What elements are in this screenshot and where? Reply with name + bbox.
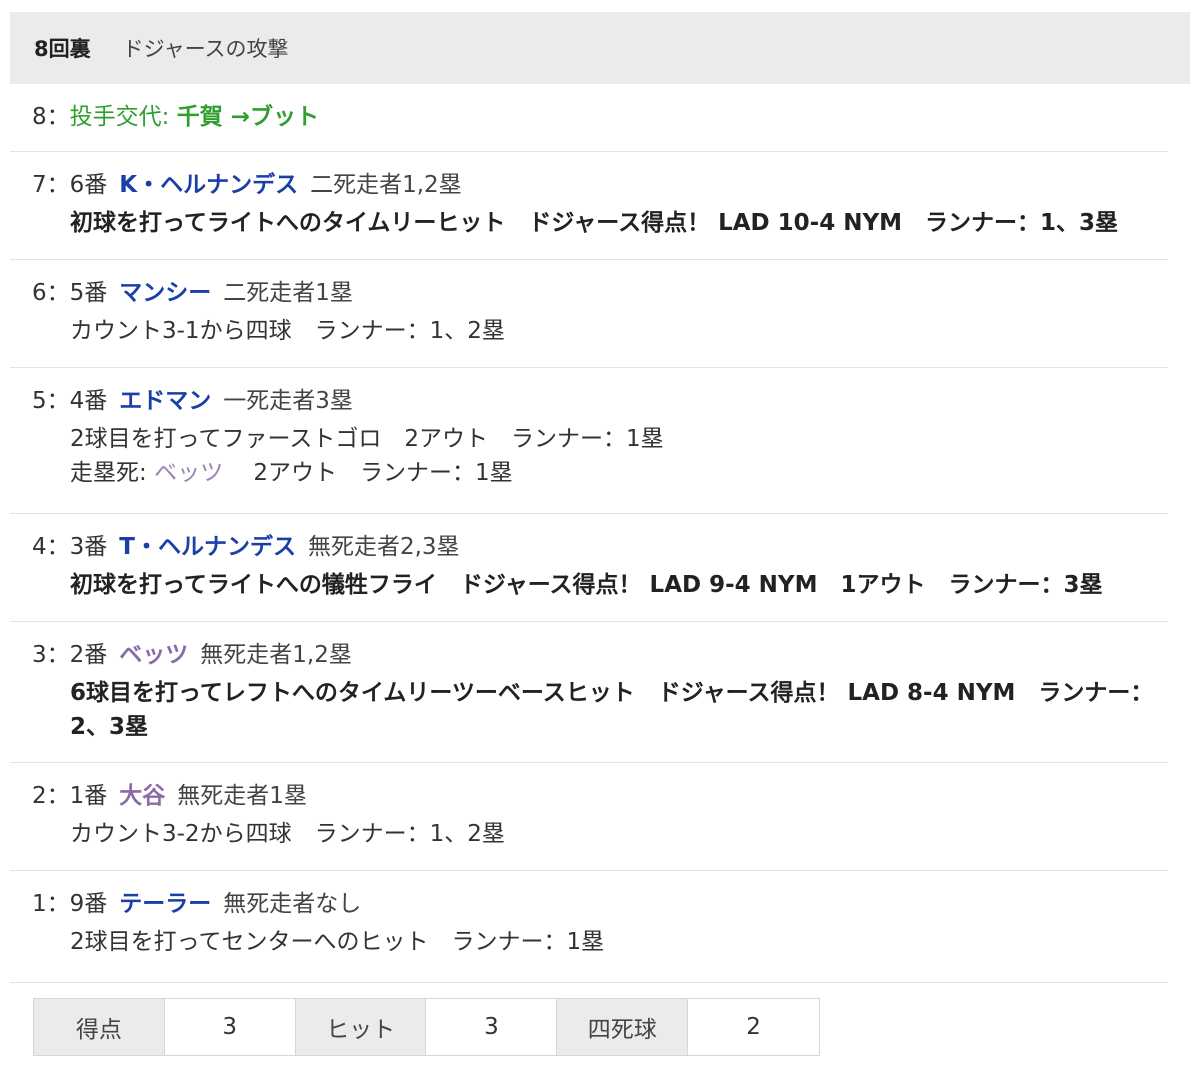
batter-link[interactable]: 大谷 [119, 783, 165, 809]
summary-value-walks: 2 [688, 999, 819, 1055]
play-list: 8：投手交代: 千賀 →ブット 7：6番 K・ヘルナンデス 二死走者1,2塁 初球を… [10, 84, 1168, 983]
play-number: 5： [32, 388, 70, 414]
play-detail: 2球目を打ってセンターへのヒット ランナー：1塁 [70, 929, 605, 955]
play-item-4: 4：3番 T・ヘルナンデス 無死走者2,3塁 初球を打ってライトへの犠牲フライ ドジ… [10, 514, 1168, 622]
play-number: 7： [32, 172, 70, 198]
play-detail: 初球を打ってライトへのタイムリーヒット ドジャース得点！ LAD 10-4 NY… [70, 210, 1119, 236]
summary-label-walks: 四死球 [557, 999, 689, 1055]
play-number: 1： [32, 891, 70, 917]
play-number: 8： [32, 104, 70, 130]
summary-value-hits: 3 [426, 999, 558, 1055]
batting-order: 6番 [69, 172, 108, 198]
play-item-1: 1：9番 テーラー 無死走者なし 2球目を打ってセンターへのヒット ランナー：1塁 [10, 871, 1168, 983]
play-number: 3： [32, 642, 70, 668]
attack-label: ドジャースの攻撃 [122, 37, 289, 61]
runner-out-label: 走塁死: [70, 460, 155, 486]
play-detail: 初球を打ってライトへの犠牲フライ ドジャース得点！ LAD 9-4 NYM 1ア… [70, 572, 1103, 598]
batter-link[interactable]: ベッツ [119, 642, 188, 668]
batter-link[interactable]: マンシー [119, 280, 211, 306]
play-item-5: 5：4番 エドマン 一死走者3塁 2球目を打ってファーストゴロ 2アウト ランナー：… [10, 368, 1168, 514]
inning-summary-table: 得点 3 ヒット 3 四死球 2 [33, 998, 820, 1056]
batting-order: 4番 [69, 388, 108, 414]
runner-out-rest: 2アウト ランナー：1塁 [223, 460, 513, 486]
inning-label: 8回裏 [34, 37, 91, 61]
situation-text: 無死走者1,2塁 [200, 642, 352, 668]
play-item-6: 6：5番 マンシー 二死走者1塁 カウント3-1から四球 ランナー：1、2塁 [10, 260, 1168, 368]
play-detail: カウント3-2から四球 ランナー：1、2塁 [70, 821, 505, 847]
play-number: 4： [32, 534, 70, 560]
play-number: 2： [32, 783, 70, 809]
play-item-7: 7：6番 K・ヘルナンデス 二死走者1,2塁 初球を打ってライトへのタイムリーヒット… [10, 152, 1168, 260]
play-by-play-panel: 8回裏 ドジャースの攻撃 8：投手交代: 千賀 →ブット 7：6番 K・ヘルナンデ… [0, 0, 1192, 1080]
batting-order: 5番 [69, 280, 108, 306]
batting-order: 1番 [69, 783, 108, 809]
batter-link[interactable]: K・ヘルナンデス [119, 172, 298, 198]
play-detail: 2球目を打ってファーストゴロ 2アウト ランナー：1塁 [70, 426, 664, 452]
situation-text: 一死走者3塁 [223, 388, 353, 414]
batter-link[interactable]: テーラー [119, 891, 211, 917]
situation-text: 二死走者1塁 [223, 280, 353, 306]
batter-link[interactable]: エドマン [119, 388, 211, 414]
play-item-2: 2：1番 大谷 無死走者1塁 カウント3-2から四球 ランナー：1、2塁 [10, 763, 1168, 871]
batter-link[interactable]: T・ヘルナンデス [119, 534, 296, 560]
batting-order: 3番 [69, 534, 108, 560]
play-number: 6： [32, 280, 70, 306]
situation-text: 無死走者1塁 [177, 783, 307, 809]
pitch-change-label: 投手交代: [69, 104, 177, 130]
inning-header: 8回裏 ドジャースの攻撃 [10, 12, 1190, 84]
runner-out-name-link[interactable]: ベッツ [154, 460, 223, 486]
pitcher-to[interactable]: →ブット [223, 104, 319, 130]
play-detail: 6球目を打ってレフトへのタイムリーツーベースヒット ドジャース得点！ LAD 8… [70, 680, 1154, 740]
summary-value-runs: 3 [164, 999, 296, 1055]
situation-text: 無死走者2,3塁 [307, 534, 460, 560]
batting-order: 9番 [69, 891, 108, 917]
summary-label-runs: 得点 [34, 999, 165, 1055]
play-item-8: 8：投手交代: 千賀 →ブット [10, 84, 1168, 152]
play-item-3: 3：2番 ベッツ 無死走者1,2塁 6球目を打ってレフトへのタイムリーツーベースヒッ… [10, 622, 1168, 763]
runner-out-detail: 走塁死: ベッツ 2アウト ランナー：1塁 [32, 456, 1168, 490]
play-detail: カウント3-1から四球 ランナー：1、2塁 [70, 318, 505, 344]
batting-order: 2番 [69, 642, 108, 668]
summary-label-hits: ヒット [295, 999, 427, 1055]
situation-text: 無死走者なし [223, 891, 362, 917]
pitcher-from[interactable]: 千賀 [177, 104, 223, 130]
situation-text: 二死走者1,2塁 [310, 172, 462, 198]
